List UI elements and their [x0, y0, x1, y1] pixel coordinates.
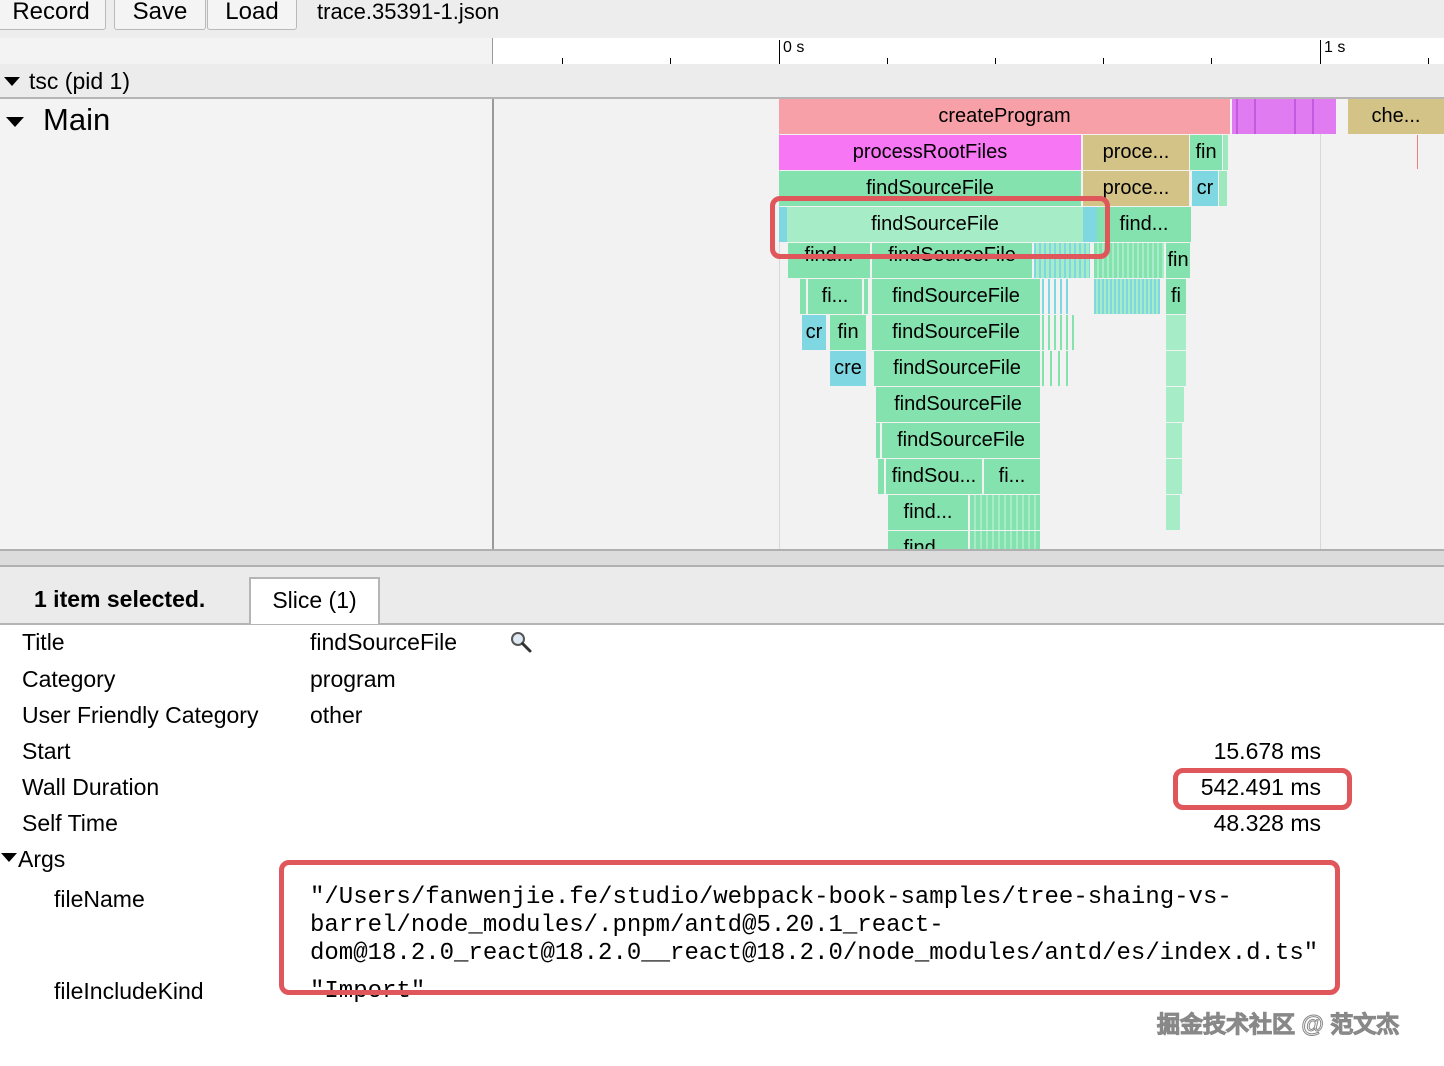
slice-cr-1[interactable]: cr	[1192, 171, 1218, 206]
detail-value-start: 15.678 ms	[1213, 738, 1321, 764]
slice-fi-3[interactable]: fi...	[984, 459, 1040, 494]
collapse-triangle-icon[interactable]	[6, 117, 24, 127]
detail-value-self-time: 48.328 ms	[1213, 810, 1321, 836]
slice-cre[interactable]: cre	[830, 351, 866, 386]
slice-cluster	[1042, 315, 1074, 350]
slice-proce-1[interactable]: proce...	[1083, 135, 1189, 170]
slice-cluster[interactable]	[1232, 99, 1336, 134]
grid-line	[1320, 99, 1321, 549]
slice-cluster	[970, 531, 1040, 549]
detail-label-title: Title	[22, 629, 65, 655]
slice-sliver	[1166, 423, 1182, 458]
slice-find-source-file-3[interactable]: findSourceFile	[872, 279, 1040, 314]
record-button[interactable]: Record	[0, 0, 106, 30]
highlight-box-wall-duration	[1173, 768, 1352, 810]
slice-che[interactable]: che...	[1348, 99, 1444, 134]
slice-sliver	[1219, 171, 1227, 206]
slice-find-1[interactable]: find...	[1097, 207, 1191, 242]
panel-divider[interactable]	[0, 549, 1444, 567]
slice-find-3[interactable]: find...	[888, 495, 968, 530]
detail-label-args: Args	[18, 846, 66, 872]
highlight-box-selected-slice	[770, 196, 1110, 259]
slice-sliver	[1312, 99, 1314, 134]
slice-cluster	[1042, 279, 1072, 314]
selection-tab-bar: 1 item selected. Slice (1)	[0, 567, 1444, 625]
slice-create-program[interactable]: createProgram	[779, 99, 1230, 134]
thread-label-main: Main	[43, 102, 111, 137]
slice-sliver	[1254, 99, 1256, 134]
save-button[interactable]: Save	[114, 0, 206, 30]
ruler-major-tick	[779, 40, 780, 64]
slice-sliver	[1166, 315, 1186, 350]
collapse-triangle-icon[interactable]	[4, 77, 20, 86]
detail-label-user-friendly-category: User Friendly Category	[22, 702, 259, 728]
slice-sliver	[878, 459, 884, 494]
slice-fi-1[interactable]: fi...	[808, 279, 862, 314]
trace-file-name: trace.35391-1.json	[317, 0, 500, 24]
slice-sliver	[1166, 387, 1184, 422]
watermark: 掘金技术社区 @ 范文杰	[1156, 1011, 1400, 1038]
slice-find-source-file-5[interactable]: findSourceFile	[874, 351, 1040, 386]
detail-label-self-time: Self Time	[22, 810, 118, 836]
detail-label-category: Category	[22, 666, 116, 692]
slice-sliver	[1166, 351, 1186, 386]
detail-label-wall-duration: Wall Duration	[22, 774, 160, 800]
slice-sliver	[1236, 99, 1238, 134]
ruler-label-0s: 0 s	[783, 39, 805, 56]
slice-find-source-file-4[interactable]: findSourceFile	[872, 315, 1040, 350]
detail-value-user-friendly-category: other	[310, 702, 363, 728]
process-header[interactable]: tsc (pid 1)	[0, 64, 1444, 99]
slice-find-sou[interactable]: findSou...	[886, 459, 982, 494]
arg-label-filename: fileName	[54, 886, 145, 912]
flame-chart[interactable]: createProgram che... processRootFiles pr…	[494, 99, 1444, 549]
slice-cluster	[970, 495, 1040, 530]
slice-sliver	[1166, 459, 1182, 494]
slice-cluster	[1042, 351, 1072, 386]
load-button[interactable]: Load	[207, 0, 297, 30]
slice-sliver	[1223, 135, 1228, 170]
ruler-major-tick	[1320, 40, 1321, 64]
slice-sliver	[1417, 135, 1418, 169]
detail-value-category: program	[310, 666, 396, 692]
slice-cr-2[interactable]: cr	[802, 315, 826, 350]
slice-fi-2[interactable]: fi	[1166, 279, 1186, 314]
toolbar: Record Save Load trace.35391-1.json	[0, 0, 1444, 38]
time-ruler[interactable]: 0 s 1 s	[0, 38, 1444, 66]
arg-label-file-include-kind: fileIncludeKind	[54, 978, 204, 1004]
slice-find-source-file-6[interactable]: findSourceFile	[876, 387, 1040, 422]
slice-sliver	[864, 279, 868, 314]
slice-cluster	[1094, 279, 1160, 314]
highlight-box-filename	[279, 860, 1340, 995]
args-expand-triangle-icon[interactable]	[1, 853, 17, 862]
slice-sliver	[876, 423, 880, 458]
tab-slice[interactable]: Slice (1)	[249, 577, 380, 624]
slice-process-root-files[interactable]: processRootFiles	[779, 135, 1081, 170]
slice-find-4[interactable]: find...	[888, 531, 968, 549]
detail-value-title: findSourceFile	[310, 629, 458, 655]
slice-fin-1[interactable]: fin	[1190, 135, 1222, 170]
ruler-label-1s: 1 s	[1324, 39, 1346, 56]
ruler-spacer	[0, 38, 493, 64]
slice-sliver	[1294, 99, 1296, 134]
process-label: tsc (pid 1)	[29, 68, 130, 94]
slice-fin-3[interactable]: fin	[830, 315, 866, 350]
magnifier-icon[interactable]	[509, 630, 533, 654]
selection-count: 1 item selected.	[34, 586, 206, 612]
slice-sliver	[800, 279, 806, 314]
slice-fin-2[interactable]: fin	[1166, 243, 1190, 278]
detail-label-start: Start	[22, 738, 71, 764]
slice-sliver	[1166, 495, 1180, 530]
thread-label-pane: Main	[0, 99, 494, 549]
slice-find-source-file-7[interactable]: findSourceFile	[882, 423, 1040, 458]
